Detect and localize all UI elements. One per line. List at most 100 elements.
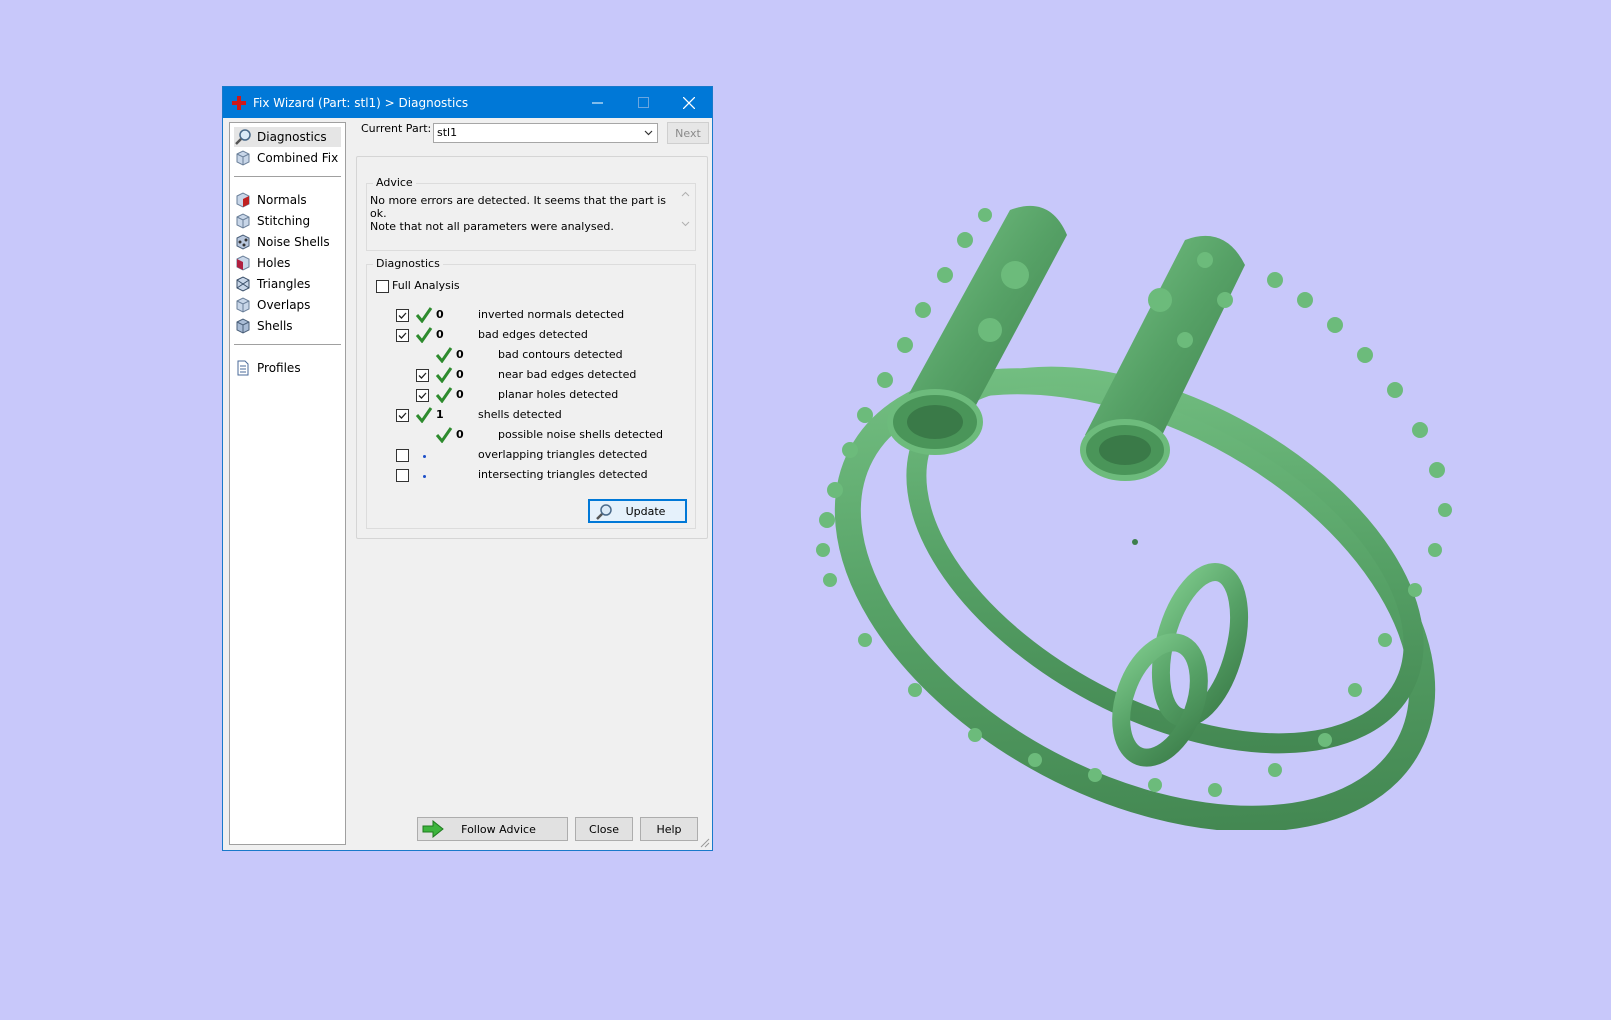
diagnostic-label: shells detected	[478, 408, 562, 421]
title-bar[interactable]: Fix Wizard (Part: stl1) > Diagnostics	[223, 87, 712, 118]
diagnostic-label: intersecting triangles detected	[478, 468, 648, 481]
diagnostic-count: 0	[456, 348, 464, 361]
full-analysis-label: Full Analysis	[392, 279, 460, 292]
sidebar-item-overlaps[interactable]: Overlaps	[234, 295, 341, 315]
close-icon	[683, 96, 695, 109]
diagnostic-count: 0	[456, 388, 464, 401]
next-button-label: Next	[675, 126, 701, 140]
checkmark-icon	[415, 407, 433, 423]
sidebar-item-label: Diagnostics	[257, 130, 327, 144]
noise-shells-icon	[236, 234, 250, 250]
advice-title: Advice	[373, 176, 416, 189]
overlaps-cube-icon	[236, 297, 250, 313]
shells-cube-icon	[236, 318, 250, 334]
diagnostic-checkbox[interactable]	[396, 329, 409, 342]
current-part-value: stl1	[437, 126, 458, 139]
magnifier-icon	[596, 504, 612, 520]
close-window-button[interactable]	[666, 87, 712, 118]
main-panel: Advice No more errors are detected. It s…	[356, 156, 708, 539]
sidebar-item-label: Profiles	[257, 361, 301, 375]
diagnostic-count: 0	[456, 368, 464, 381]
sidebar-item-label: Shells	[257, 319, 293, 333]
current-part-label: Current Part:	[361, 122, 432, 135]
ring-model[interactable]	[805, 180, 1505, 830]
close-button-label: Close	[589, 822, 619, 836]
update-button[interactable]: Update	[588, 499, 687, 523]
fix-wizard-window[interactable]: Fix Wizard (Part: stl1) > Diagnostics Di…	[222, 86, 713, 851]
help-button-label: Help	[656, 822, 682, 836]
diagnostic-checkbox[interactable]	[396, 449, 409, 462]
cube-icon	[236, 150, 250, 166]
diagnostics-title: Diagnostics	[373, 257, 443, 270]
diagnostic-label: planar holes detected	[498, 388, 619, 401]
advice-line-2: Note that not all parameters were analys…	[370, 220, 614, 233]
help-button[interactable]: Help	[640, 817, 698, 841]
diagnostics-group: Diagnostics Full Analysis 0 inverted norm…	[366, 257, 696, 529]
minimize-button[interactable]	[574, 87, 620, 118]
diagnostic-count: 0	[456, 428, 464, 441]
diagnostic-checkbox[interactable]	[396, 409, 409, 422]
triangles-cube-icon	[236, 276, 250, 292]
checkmark-icon	[435, 427, 453, 443]
diagnostic-count: 0	[436, 308, 444, 321]
normals-cube-icon	[236, 192, 250, 208]
diagnostic-label: overlapping triangles detected	[478, 448, 648, 461]
sidebar-item-label: Combined Fix	[257, 151, 339, 165]
window-title: Fix Wizard (Part: stl1) > Diagnostics	[253, 95, 469, 110]
sidebar-divider	[234, 344, 341, 345]
full-analysis-checkbox[interactable]	[376, 280, 389, 293]
checkmark-icon	[435, 387, 453, 403]
sidebar-item-diagnostics[interactable]: Diagnostics	[234, 127, 341, 147]
diagnostic-checkbox[interactable]	[396, 469, 409, 482]
update-button-label: Update	[625, 504, 666, 518]
follow-advice-button[interactable]: Follow Advice	[417, 817, 568, 841]
maximize-icon	[637, 97, 649, 108]
diagnostic-label: near bad edges detected	[498, 368, 637, 381]
follow-advice-label: Follow Advice	[461, 822, 536, 836]
diagnostic-checkbox[interactable]	[416, 389, 429, 402]
magnifier-icon	[235, 129, 251, 145]
sidebar-item-stitching[interactable]: Stitching	[234, 211, 341, 231]
next-button: Next	[667, 122, 709, 144]
resize-grip-icon[interactable]	[700, 838, 710, 848]
current-part-select[interactable]: stl1	[433, 123, 658, 143]
diagnostic-label: inverted normals detected	[478, 308, 625, 321]
sidebar-item-triangles[interactable]: Triangles	[234, 274, 341, 294]
checkmark-icon	[435, 347, 453, 363]
sidebar-item-normals[interactable]: Normals	[234, 190, 341, 210]
sidebar-item-combined-fix[interactable]: Combined Fix	[234, 148, 341, 168]
minimize-icon	[591, 102, 603, 104]
chevron-down-icon	[644, 130, 653, 136]
diagnostic-checkbox[interactable]	[416, 369, 429, 382]
close-button[interactable]: Close	[575, 817, 633, 841]
wizard-sidebar: Diagnostics Combined Fix Normals Stitchi…	[229, 122, 346, 845]
diagnostic-checkbox[interactable]	[396, 309, 409, 322]
checkmark-icon	[415, 307, 433, 323]
diagnostic-label: bad edges detected	[478, 328, 588, 341]
sidebar-item-label: Stitching	[257, 214, 311, 228]
maximize-button	[620, 87, 666, 118]
sidebar-item-noise-shells[interactable]: Noise Shells	[234, 232, 341, 252]
diagnostic-label: bad contours detected	[498, 348, 623, 361]
sidebar-item-label: Normals	[257, 193, 307, 207]
sidebar-item-shells[interactable]: Shells	[234, 316, 341, 336]
scroll-up-icon	[681, 191, 689, 197]
arrow-right-icon	[422, 820, 444, 838]
not-analysed-dot-icon	[423, 475, 426, 478]
sidebar-item-label: Noise Shells	[257, 235, 330, 249]
stitching-cube-icon	[236, 213, 250, 229]
advice-text: No more errors are detected. It seems th…	[370, 194, 673, 240]
advice-line-1: No more errors are detected. It seems th…	[370, 194, 667, 220]
sidebar-item-holes[interactable]: Holes	[234, 253, 341, 273]
holes-cube-icon	[236, 255, 250, 271]
diagnostic-count: 1	[436, 408, 444, 421]
not-analysed-dot-icon	[423, 455, 426, 458]
sidebar-divider	[234, 176, 341, 177]
sidebar-item-label: Triangles	[257, 277, 311, 291]
checkmark-icon	[435, 367, 453, 383]
checkmark-icon	[415, 327, 433, 343]
advice-scrollbar[interactable]	[677, 190, 693, 242]
scroll-down-icon	[681, 221, 689, 227]
sidebar-item-profiles[interactable]: Profiles	[234, 358, 341, 378]
document-icon	[237, 360, 249, 376]
